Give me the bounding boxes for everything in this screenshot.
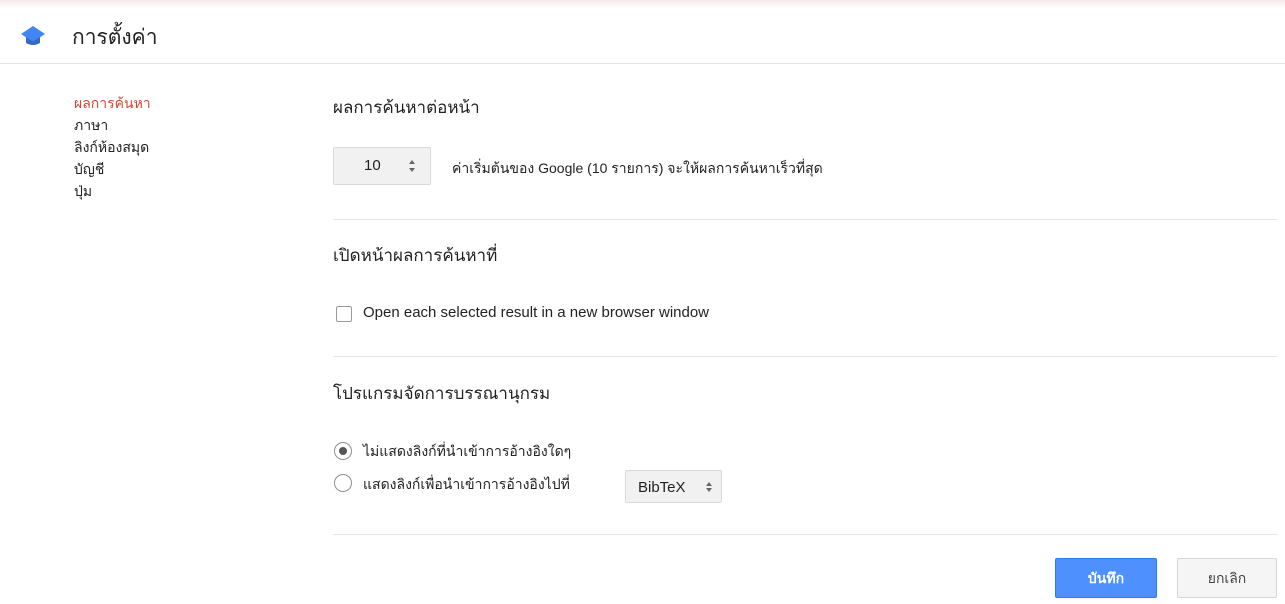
save-button[interactable]: บันทึก: [1055, 558, 1157, 598]
up-down-arrows-icon: [409, 160, 415, 172]
up-down-arrows-icon: [706, 482, 712, 492]
citation-format-value: BibTeX: [638, 479, 686, 496]
no-citation-link-radio[interactable]: [334, 442, 352, 460]
sidebar-item-search-results[interactable]: ผลการค้นหา: [74, 92, 274, 114]
results-per-page-value: 10: [364, 157, 381, 174]
new-window-checkbox-label[interactable]: Open each selected result in a new brows…: [363, 304, 709, 321]
results-per-page-note: ค่าเริ่มต้นของ Google (10 รายการ) จะให้ผ…: [452, 160, 823, 176]
results-per-page-stepper[interactable]: 10: [333, 147, 431, 185]
sidebar-item-languages[interactable]: ภาษา: [74, 114, 274, 136]
top-edge: [0, 0, 1285, 8]
no-citation-link-label[interactable]: ไม่แสดงลิงก์ที่นำเข้าการอ้างอิงใดๆ: [363, 441, 571, 463]
section-divider: [333, 356, 1277, 357]
sidebar: ผลการค้นหา ภาษา ลิงก์ห้องสมุด บัญชี ปุ่ม: [74, 92, 274, 202]
header: การตั้งค่า: [0, 8, 1285, 64]
open-results-title: เปิดหน้าผลการค้นหาที่: [333, 246, 498, 265]
scholar-cap-icon[interactable]: [20, 24, 46, 48]
page-title: การตั้งค่า: [72, 26, 158, 49]
bibliography-manager-title: โปรแกรมจัดการบรรณานุกรม: [333, 384, 551, 403]
sidebar-item-button[interactable]: ปุ่ม: [74, 180, 274, 202]
settings-page: การตั้งค่า ผลการค้นหา ภาษา ลิงก์ห้องสมุด…: [0, 0, 1285, 604]
cancel-button[interactable]: ยกเลิก: [1177, 558, 1277, 598]
results-per-page-title: ผลการค้นหาต่อหน้า: [333, 98, 480, 117]
citation-format-select[interactable]: BibTeX: [625, 470, 722, 503]
section-divider: [333, 534, 1277, 535]
show-citation-link-radio[interactable]: [334, 474, 352, 492]
sidebar-item-library-links[interactable]: ลิงก์ห้องสมุด: [74, 136, 274, 158]
new-window-checkbox[interactable]: [336, 306, 352, 322]
show-citation-link-label[interactable]: แสดงลิงก์เพื่อนำเข้าการอ้างอิงไปที่: [363, 474, 570, 496]
section-divider: [333, 219, 1277, 220]
radio-selected-dot: [339, 447, 347, 455]
sidebar-item-account[interactable]: บัญชี: [74, 158, 274, 180]
